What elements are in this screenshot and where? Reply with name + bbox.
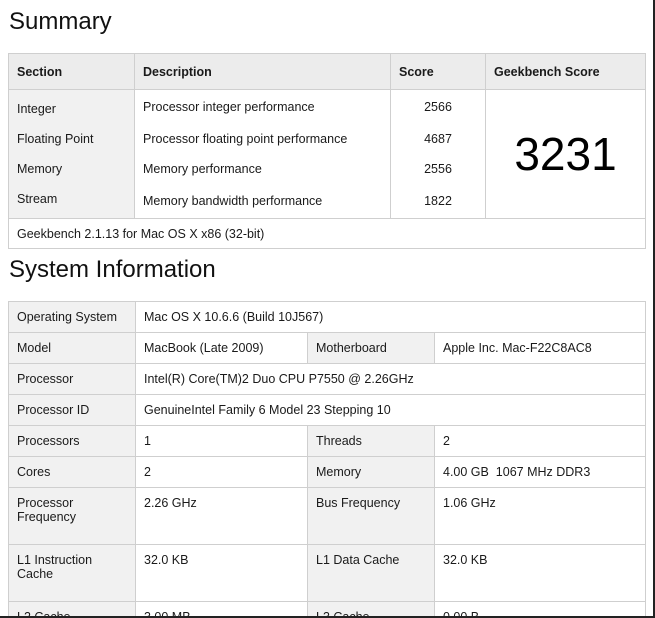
bus-frequency-label: Bus Frequency [307, 487, 435, 545]
l1-instruction-cache-label: L1 Instruction Cache [8, 544, 136, 602]
model-label: Model [8, 332, 136, 364]
model-value: MacBook (Late 2009) [135, 332, 308, 364]
section-score: 4687 [390, 124, 486, 154]
summary-table: Section Description Score Geekbench Scor… [8, 53, 646, 249]
processor-id-label: Processor ID [8, 394, 136, 426]
summary-footer-row: Geekbench 2.1.13 for Mac OS X x86 (32-bi… [8, 218, 646, 249]
section-label: Stream [8, 184, 135, 219]
processor-id-value: GenuineIntel Family 6 Model 23 Stepping … [135, 394, 646, 426]
l1-data-cache-value: 32.0 KB [434, 544, 646, 602]
system-information-table: Operating System Mac OS X 10.6.6 (Build … [8, 301, 646, 616]
section-description: Processor floating point performance [134, 124, 391, 154]
l3-cache-value: 0.00 B [434, 601, 646, 616]
l2-cache-value: 3.00 MB [135, 601, 308, 616]
processor-frequency-value: 2.26 GHz [135, 487, 308, 545]
header-section: Section [8, 53, 135, 90]
header-description: Description [134, 53, 391, 90]
table-row: L1 Instruction Cache 32.0 KB L1 Data Cac… [8, 544, 646, 602]
summary-title: Summary [9, 8, 112, 35]
processor-value: Intel(R) Core(TM)2 Duo CPU P7550 @ 2.26G… [135, 363, 646, 395]
table-row: Model MacBook (Late 2009) Motherboard Ap… [8, 332, 646, 364]
section-description: Processor integer performance [134, 89, 391, 124]
section-score: 1822 [390, 184, 486, 219]
section-description: Memory performance [134, 154, 391, 184]
processors-label: Processors [8, 425, 136, 457]
section-score: 2556 [390, 154, 486, 184]
header-geekbench-score: Geekbench Score [485, 53, 646, 90]
l1-instruction-cache-value: 32.0 KB [135, 544, 308, 602]
system-information-title: System Information [9, 256, 216, 283]
section-label: Integer [8, 89, 135, 124]
geekbench-version: Geekbench 2.1.13 for Mac OS X x86 (32-bi… [8, 218, 646, 249]
benchmark-report: Summary Section Description Score Geekbe… [0, 0, 655, 618]
l3-cache-label: L3 Cache [307, 601, 435, 616]
memory-value: 4.00 GB 1067 MHz DDR3 [434, 456, 646, 488]
summary-header-row: Section Description Score Geekbench Scor… [8, 53, 646, 90]
table-row: Processor Intel(R) Core(TM)2 Duo CPU P75… [8, 363, 646, 395]
processors-value: 1 [135, 425, 308, 457]
table-row: Integer Processor integer performance 25… [8, 89, 646, 219]
processor-frequency-label: Processor Frequency [8, 487, 136, 545]
bus-frequency-value: 1.06 GHz [434, 487, 646, 545]
motherboard-label: Motherboard [307, 332, 435, 364]
header-score: Score [390, 53, 486, 90]
cores-value: 2 [135, 456, 308, 488]
table-row: Processors 1 Threads 2 [8, 425, 646, 457]
section-label: Memory [8, 154, 135, 184]
table-row: Processor Frequency 2.26 GHz Bus Frequen… [8, 487, 646, 545]
table-row: L2 Cache 3.00 MB L3 Cache 0.00 B [8, 601, 646, 616]
operating-system-value: Mac OS X 10.6.6 (Build 10J567) [135, 301, 646, 333]
processor-label: Processor [8, 363, 136, 395]
table-row: Processor ID GenuineIntel Family 6 Model… [8, 394, 646, 426]
motherboard-value: Apple Inc. Mac-F22C8AC8 [434, 332, 646, 364]
table-row: Cores 2 Memory 4.00 GB 1067 MHz DDR3 [8, 456, 646, 488]
section-label: Floating Point [8, 124, 135, 154]
l2-cache-label: L2 Cache [8, 601, 136, 616]
cores-label: Cores [8, 456, 136, 488]
section-description: Memory bandwidth performance [134, 184, 391, 219]
threads-value: 2 [434, 425, 646, 457]
l1-data-cache-label: L1 Data Cache [307, 544, 435, 602]
section-score: 2566 [390, 89, 486, 124]
operating-system-label: Operating System [8, 301, 136, 333]
table-row: Operating System Mac OS X 10.6.6 (Build … [8, 301, 646, 333]
threads-label: Threads [307, 425, 435, 457]
geekbench-total-score: 3231 [485, 89, 646, 219]
memory-label: Memory [307, 456, 435, 488]
